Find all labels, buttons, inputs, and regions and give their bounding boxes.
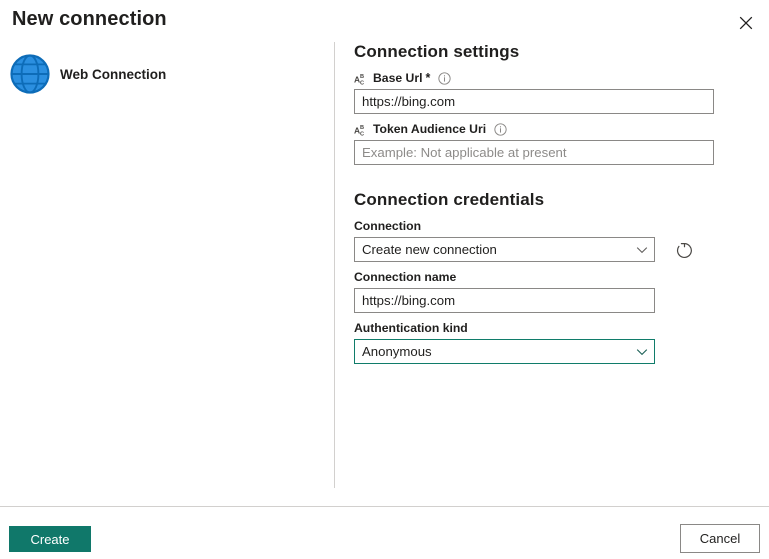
field-label-connection: Connection [354, 218, 734, 234]
connection-select[interactable]: Create new connection [354, 237, 655, 262]
connection-type-pane: Web Connection [0, 42, 334, 487]
base-url-input[interactable] [354, 89, 714, 114]
field-label-base-url: A B C Base Url * [354, 70, 734, 86]
field-authentication-kind: Authentication kind Anonymous [354, 320, 734, 364]
field-label-connection-name: Connection name [354, 269, 734, 285]
connection-name-input[interactable] [354, 288, 655, 313]
field-base-url: A B C Base Url * [354, 70, 734, 114]
field-token-audience-uri: A B C Token Audience Uri [354, 121, 734, 165]
refresh-icon [676, 242, 692, 258]
authentication-kind-select-value: Anonymous [362, 344, 432, 359]
cancel-button[interactable]: Cancel [680, 524, 760, 553]
connection-row: Create new connection [354, 237, 734, 262]
close-icon [739, 16, 753, 30]
connection-type-item-web[interactable]: Web Connection [8, 52, 168, 96]
vertical-divider [334, 42, 335, 488]
field-connection: Connection Create new connection [354, 218, 734, 262]
create-button[interactable]: Create [9, 526, 91, 552]
connection-settings-heading: Connection settings [354, 42, 520, 61]
svg-text:B: B [360, 73, 364, 79]
abc-text-type-icon: A B C [354, 124, 364, 137]
refresh-connections-button[interactable] [672, 238, 696, 262]
connection-select-value: Create new connection [362, 242, 497, 257]
field-label-text: Connection name [354, 270, 457, 284]
field-label-authentication-kind: Authentication kind [354, 320, 734, 336]
field-connection-name: Connection name [354, 269, 734, 313]
authentication-kind-select[interactable]: Anonymous [354, 339, 655, 364]
svg-text:C: C [360, 131, 364, 137]
field-label-text: Authentication kind [354, 321, 468, 335]
close-button[interactable] [729, 6, 763, 40]
connection-select-box[interactable]: Create new connection [354, 237, 655, 262]
dialog-footer: Create Cancel [0, 507, 769, 559]
field-label-text: Connection [354, 219, 422, 233]
required-marker: * [425, 71, 431, 85]
field-label-text: Token Audience Uri [373, 122, 487, 136]
globe-icon [10, 54, 50, 94]
authentication-kind-select-box[interactable]: Anonymous [354, 339, 655, 364]
info-circle-icon[interactable] [494, 122, 507, 136]
field-label-token-audience-uri: A B C Token Audience Uri [354, 121, 734, 137]
connection-form: Connection settings A B C Base Url * htt… [354, 42, 734, 371]
abc-text-type-icon: A B C [354, 73, 364, 86]
svg-text:C: C [360, 80, 364, 86]
token-audience-uri-input[interactable] [354, 140, 714, 165]
info-circle-icon[interactable] [438, 71, 451, 85]
field-label-text: Base Url [373, 71, 423, 85]
new-connection-dialog: New connection Web Connection Connection… [0, 0, 769, 559]
svg-text:B: B [360, 124, 364, 130]
connection-type-label: Web Connection [60, 66, 167, 82]
connection-credentials-heading: Connection credentials [354, 190, 545, 209]
page-title: New connection [12, 8, 167, 30]
